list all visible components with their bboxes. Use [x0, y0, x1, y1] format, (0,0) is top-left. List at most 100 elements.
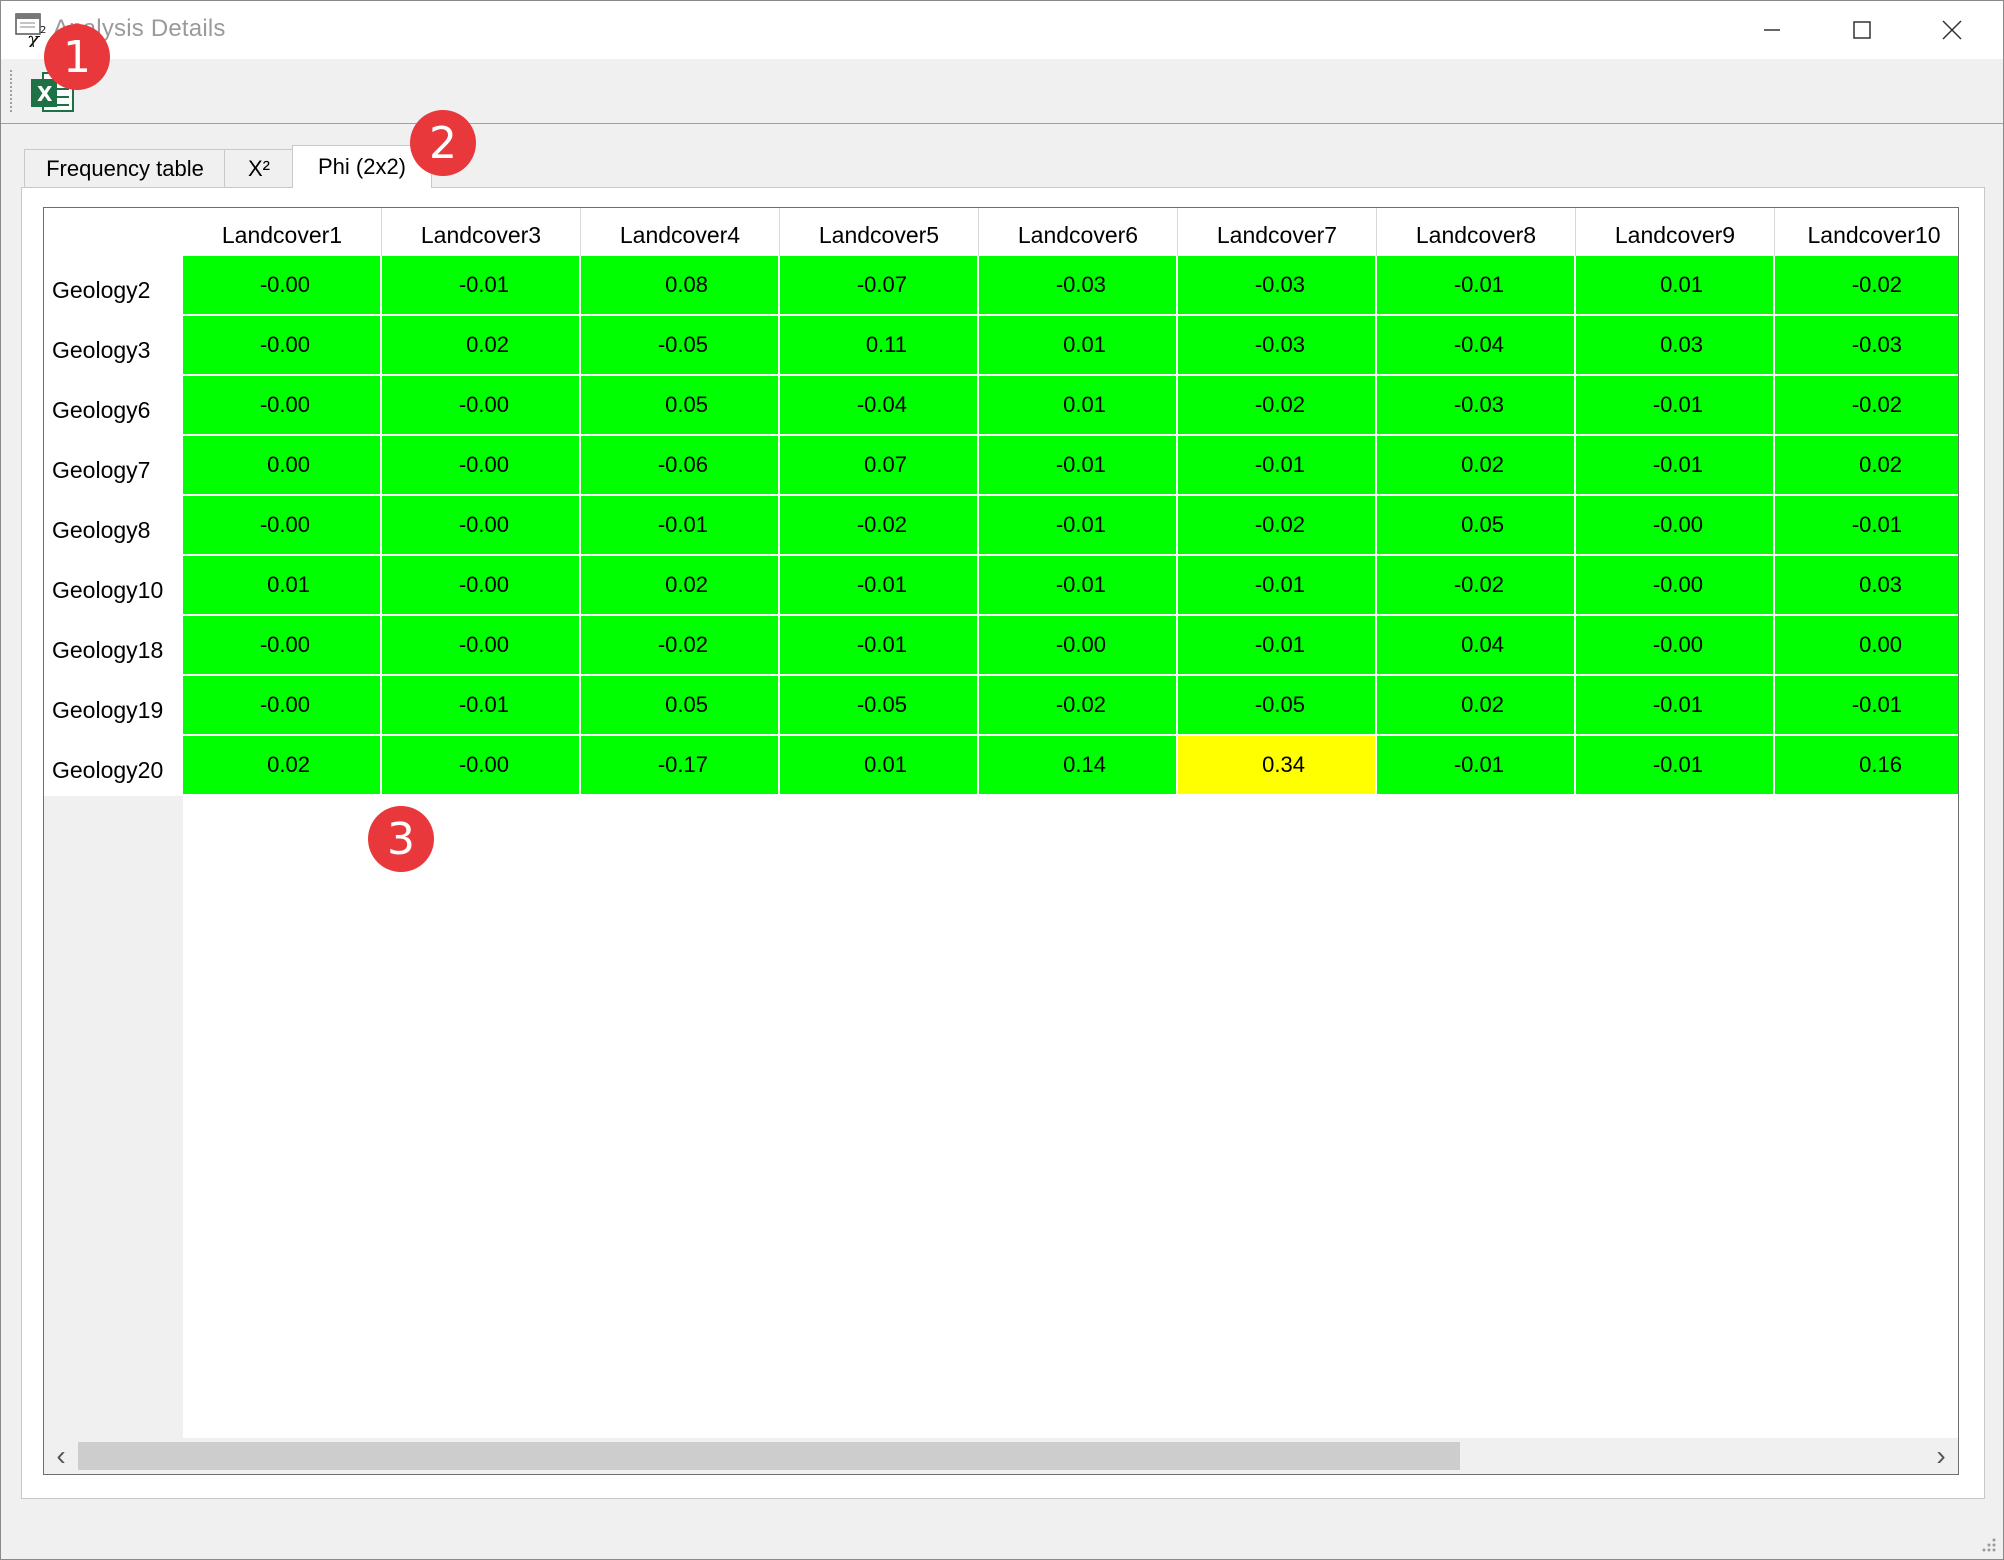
table-cell[interactable]: 0.02: [581, 556, 780, 616]
row-header[interactable]: Geology10: [44, 556, 183, 616]
table-cell[interactable]: 0.01: [979, 316, 1178, 376]
scroll-left-button[interactable]: ‹: [44, 1438, 78, 1474]
table-cell[interactable]: -0.01: [1576, 676, 1775, 736]
table-cell[interactable]: 0.16: [1775, 736, 1958, 796]
table-cell[interactable]: -0.01: [1178, 556, 1377, 616]
table-cell[interactable]: -0.01: [1775, 496, 1958, 556]
scroll-right-button[interactable]: ›: [1924, 1438, 1958, 1474]
table-cell[interactable]: -0.00: [1576, 556, 1775, 616]
table-cell[interactable]: -0.00: [382, 496, 581, 556]
table-cell[interactable]: 0.02: [1377, 436, 1576, 496]
table-cell[interactable]: 0.02: [1377, 676, 1576, 736]
table-cell[interactable]: -0.01: [1775, 676, 1958, 736]
table-cell[interactable]: 0.05: [581, 376, 780, 436]
table-cell[interactable]: -0.02: [581, 616, 780, 676]
table-cell[interactable]: -0.00: [1576, 496, 1775, 556]
table-cell[interactable]: 0.00: [183, 436, 382, 496]
table-cell[interactable]: -0.00: [979, 616, 1178, 676]
table-cell[interactable]: -0.01: [1576, 736, 1775, 796]
table-cell[interactable]: -0.00: [183, 256, 382, 316]
table-cell[interactable]: -0.01: [1178, 616, 1377, 676]
table-cell[interactable]: -0.00: [382, 376, 581, 436]
table-cell[interactable]: 0.05: [581, 676, 780, 736]
table-cell[interactable]: -0.05: [1178, 676, 1377, 736]
table-cell[interactable]: -0.01: [581, 496, 780, 556]
column-header[interactable]: Landcover4: [581, 208, 780, 256]
column-header[interactable]: Landcover6: [979, 208, 1178, 256]
table-cell[interactable]: -0.01: [780, 556, 979, 616]
table-cell[interactable]: -0.02: [1178, 376, 1377, 436]
row-header[interactable]: Geology8: [44, 496, 183, 556]
table-cell[interactable]: -0.06: [581, 436, 780, 496]
table-cell[interactable]: -0.01: [979, 496, 1178, 556]
table-cell[interactable]: -0.01: [1377, 736, 1576, 796]
row-header[interactable]: Geology2: [44, 256, 183, 316]
table-cell[interactable]: 0.02: [1775, 436, 1958, 496]
toolbar-grip[interactable]: [9, 69, 13, 113]
table-cell[interactable]: -0.03: [1178, 316, 1377, 376]
table-cell[interactable]: -0.03: [979, 256, 1178, 316]
table-cell[interactable]: -0.00: [183, 376, 382, 436]
table-cell[interactable]: -0.00: [183, 616, 382, 676]
table-cell[interactable]: -0.00: [382, 616, 581, 676]
table-cell[interactable]: -0.00: [183, 316, 382, 376]
table-cell[interactable]: -0.05: [780, 676, 979, 736]
table-cell[interactable]: 0.34: [1178, 736, 1377, 796]
scroll-thumb[interactable]: [78, 1442, 1460, 1470]
close-button[interactable]: [1907, 1, 1997, 59]
table-cell[interactable]: 0.04: [1377, 616, 1576, 676]
table-cell[interactable]: 0.07: [780, 436, 979, 496]
row-header[interactable]: Geology20: [44, 736, 183, 796]
table-cell[interactable]: 0.01: [979, 376, 1178, 436]
table-cell[interactable]: -0.02: [1775, 376, 1958, 436]
table-cell[interactable]: 0.11: [780, 316, 979, 376]
table-cell[interactable]: -0.03: [1178, 256, 1377, 316]
column-header[interactable]: Landcover3: [382, 208, 581, 256]
table-cell[interactable]: -0.01: [1377, 256, 1576, 316]
horizontal-scrollbar[interactable]: ‹ ›: [44, 1438, 1958, 1474]
column-header[interactable]: Landcover10: [1775, 208, 1958, 256]
table-cell[interactable]: 0.03: [1775, 556, 1958, 616]
table-cell[interactable]: -0.04: [1377, 316, 1576, 376]
table-cell[interactable]: -0.01: [1178, 436, 1377, 496]
table-cell[interactable]: -0.02: [979, 676, 1178, 736]
table-cell[interactable]: -0.00: [1576, 616, 1775, 676]
table-cell[interactable]: -0.01: [1576, 436, 1775, 496]
column-header[interactable]: Landcover1: [183, 208, 382, 256]
minimize-button[interactable]: [1727, 1, 1817, 59]
title-bar[interactable]: χ 2 Analysis Details: [1, 1, 2003, 59]
table-cell[interactable]: 0.08: [581, 256, 780, 316]
table-cell[interactable]: -0.04: [780, 376, 979, 436]
table-cell[interactable]: 0.14: [979, 736, 1178, 796]
phi-table[interactable]: Landcover1 Landcover3 Landcover4 Landcover5…: [43, 207, 1959, 1475]
table-cell[interactable]: 0.02: [382, 316, 581, 376]
table-cell[interactable]: -0.00: [183, 496, 382, 556]
row-header[interactable]: Geology19: [44, 676, 183, 736]
column-header[interactable]: Landcover9: [1576, 208, 1775, 256]
table-cell[interactable]: -0.03: [1377, 376, 1576, 436]
table-cell[interactable]: -0.03: [1775, 316, 1958, 376]
table-cell[interactable]: -0.07: [780, 256, 979, 316]
row-header[interactable]: Geology7: [44, 436, 183, 496]
table-cell[interactable]: -0.00: [382, 436, 581, 496]
table-cell[interactable]: -0.02: [1178, 496, 1377, 556]
table-cell[interactable]: -0.01: [382, 256, 581, 316]
row-header[interactable]: Geology18: [44, 616, 183, 676]
table-cell[interactable]: -0.01: [979, 436, 1178, 496]
table-cell[interactable]: -0.01: [1576, 376, 1775, 436]
table-cell[interactable]: 0.01: [183, 556, 382, 616]
column-header[interactable]: Landcover7: [1178, 208, 1377, 256]
row-header[interactable]: Geology6: [44, 376, 183, 436]
table-cell[interactable]: -0.01: [382, 676, 581, 736]
column-header[interactable]: Landcover5: [780, 208, 979, 256]
table-cell[interactable]: 0.03: [1576, 316, 1775, 376]
table-cell[interactable]: 0.05: [1377, 496, 1576, 556]
table-cell[interactable]: -0.00: [183, 676, 382, 736]
table-cell[interactable]: 0.00: [1775, 616, 1958, 676]
resize-grip-icon[interactable]: [1979, 1535, 1997, 1553]
table-cell[interactable]: 0.02: [183, 736, 382, 796]
tab-chi-square[interactable]: X²: [224, 149, 294, 188]
table-cell[interactable]: -0.01: [979, 556, 1178, 616]
table-cell[interactable]: 0.01: [780, 736, 979, 796]
table-cell[interactable]: -0.02: [1377, 556, 1576, 616]
